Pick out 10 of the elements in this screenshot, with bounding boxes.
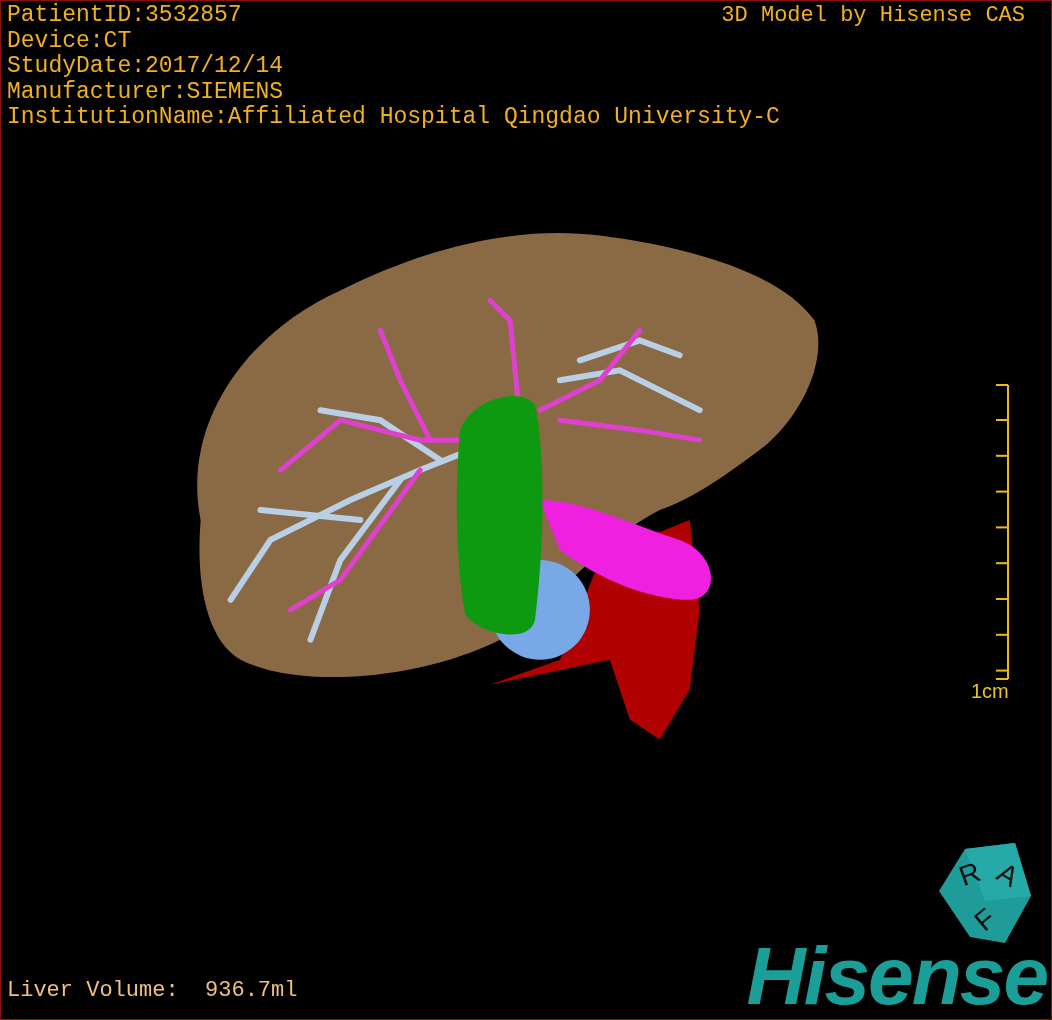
info-line: Device:CT <box>7 28 132 54</box>
info-line: PatientID:3532857 <box>7 3 242 29</box>
brand-logo: Hisense <box>746 935 1047 1017</box>
scale-bar-icon <box>994 384 1009 680</box>
scale-label: 1cm <box>971 680 1009 703</box>
info-line: StudyDate:2017/12/14 <box>7 54 284 80</box>
liver-volume-text: Liver Volume: 936.7ml <box>7 978 298 1003</box>
info-line: Manufacturer:SIEMENS <box>7 79 284 105</box>
model-title: 3D Model by Hisense CAS <box>721 3 1025 29</box>
info-line: InstitutionName:Affiliated Hospital Qingdao University-C <box>7 105 780 131</box>
